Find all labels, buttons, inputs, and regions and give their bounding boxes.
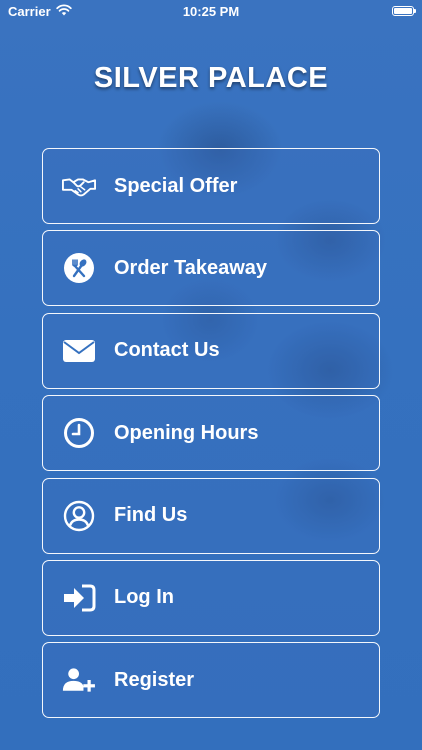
menu-item-log-in[interactable]: Log In (42, 559, 380, 636)
user-plus-icon (62, 663, 96, 697)
battery-icon (392, 6, 416, 16)
status-left: Carrier (8, 4, 72, 19)
menu-item-contact-us[interactable]: Contact Us (42, 312, 380, 389)
carrier-label: Carrier (8, 3, 51, 19)
user-circle-icon (62, 499, 96, 533)
sign-in-icon (62, 581, 96, 615)
menu-item-label: Contact Us (114, 339, 220, 362)
menu-item-label: Opening Hours (114, 421, 259, 444)
status-time: 10:25 PM (182, 3, 240, 19)
menu-item-label: Register (114, 668, 195, 691)
cutlery-icon (62, 251, 96, 285)
menu-item-special-offer[interactable]: Special Offer (42, 148, 380, 224)
menu-item-find-us[interactable]: Find Us (42, 477, 380, 554)
menu-item-label: Find Us (114, 504, 188, 527)
menu-item-label: Order Takeaway (114, 256, 268, 279)
clock-icon (62, 416, 96, 450)
menu-item-opening-hours[interactable]: Opening Hours (42, 395, 380, 472)
menu-item-order-takeaway[interactable]: Order Takeaway (42, 230, 380, 307)
menu-item-register[interactable]: Register (42, 642, 380, 719)
menu-item-label: Log In (114, 586, 174, 609)
wifi-icon (55, 3, 72, 19)
app-screen: Carrier 10:25 PM SILVER PALACE Special O… (0, 0, 422, 750)
main-menu: Special Offer Order Takeaway Contact Us … (42, 148, 380, 725)
app-title: SILVER PALACE (93, 62, 329, 94)
menu-item-label: Special Offer (114, 174, 238, 197)
handshake-icon (62, 169, 96, 203)
envelope-icon (62, 334, 96, 368)
status-bar: Carrier 10:25 PM (0, 0, 422, 22)
